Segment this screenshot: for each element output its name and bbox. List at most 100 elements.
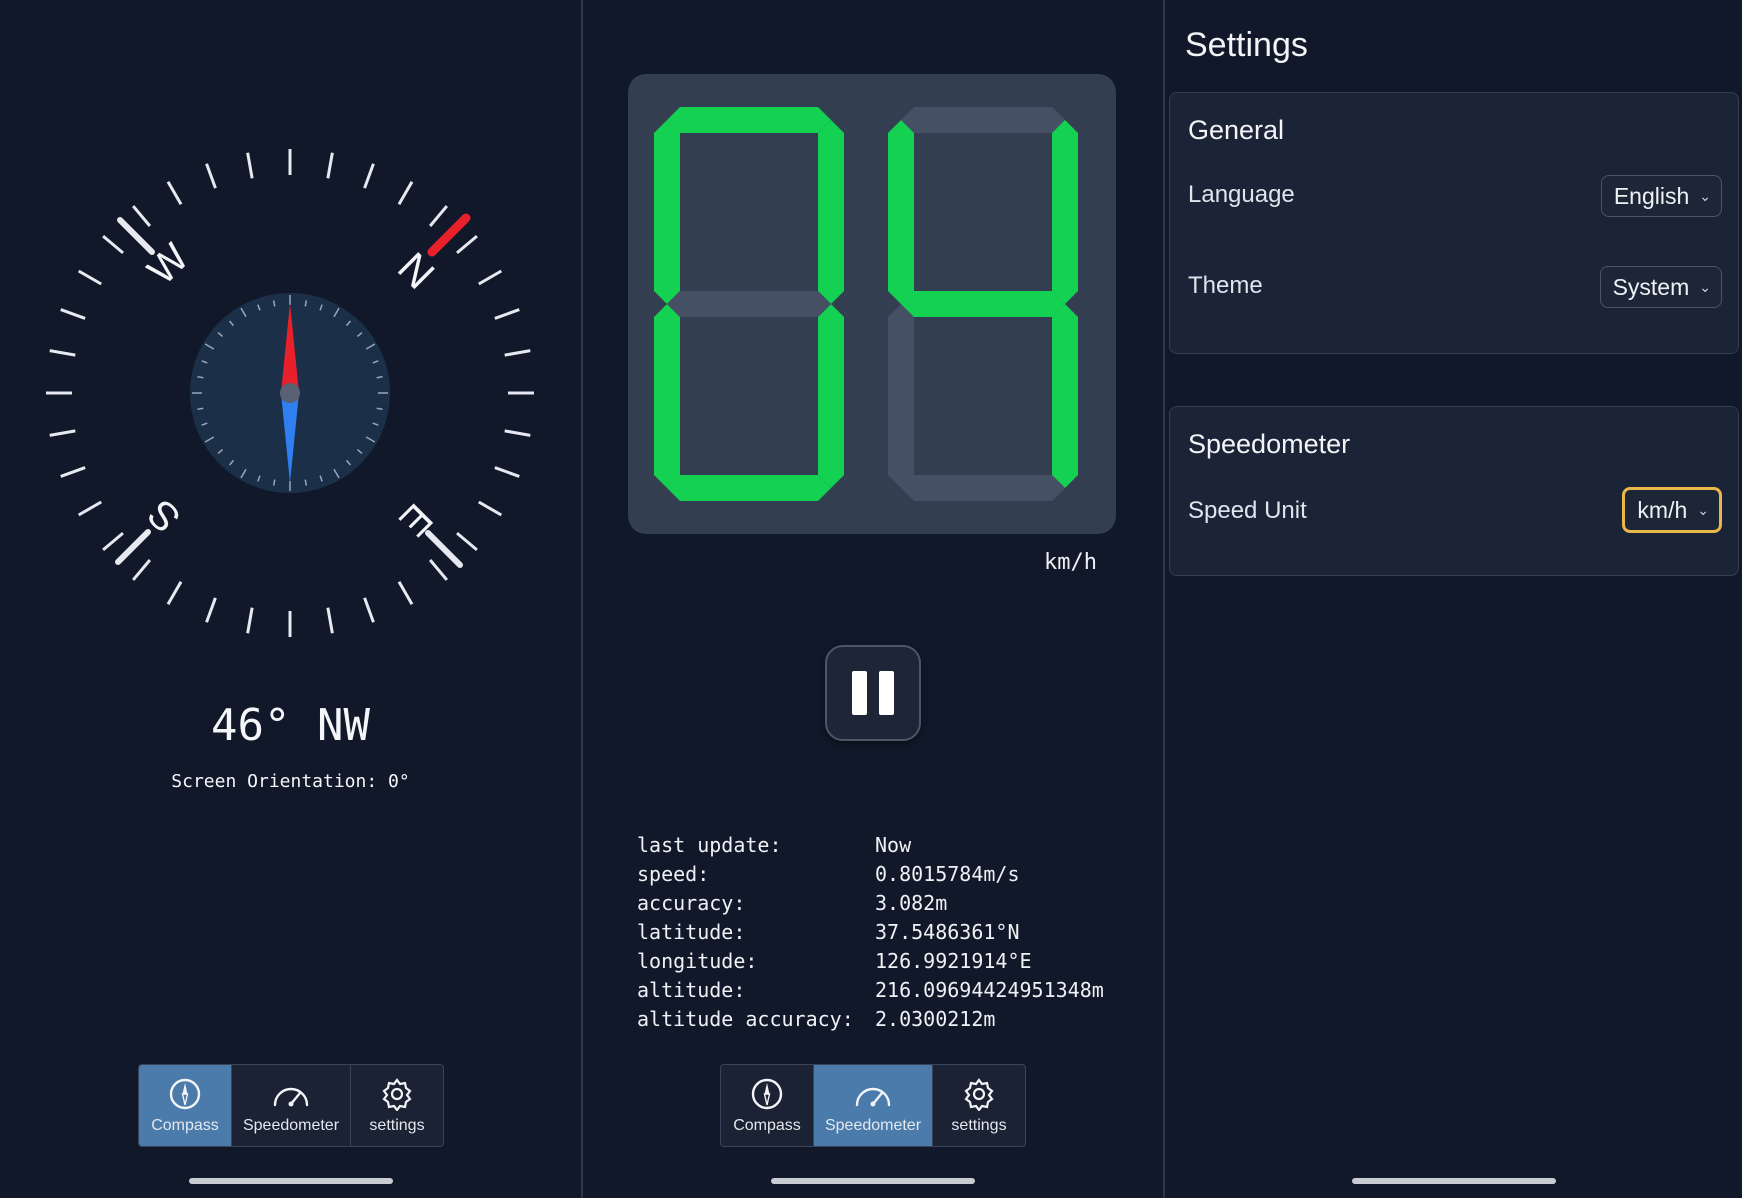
tab-compass[interactable]: Compass [721, 1065, 814, 1146]
dial-tick [132, 205, 152, 227]
segment-a [901, 107, 1065, 133]
inner-dial-tick [272, 479, 276, 486]
dial-tick [77, 500, 102, 517]
tab-settings[interactable]: settings [351, 1065, 443, 1146]
segment-d [901, 475, 1065, 501]
dial-tick [326, 152, 334, 179]
dial-tick [49, 349, 76, 357]
general-card: General Language English ⌄ Theme System … [1169, 92, 1739, 354]
speedometer-card: Speedometer Speed Unit km/h ⌄ [1169, 406, 1739, 576]
speed-unit-value: km/h [1637, 496, 1688, 523]
gps-info: last update: Now speed: 0.8015784m/s accur… [637, 830, 1104, 1033]
seven-segment-display: 0 4 [628, 74, 1116, 534]
dial-tick [456, 531, 478, 551]
heading-readout: 46° NW [211, 700, 370, 751]
segment-c [818, 304, 844, 488]
info-row-last-update: last update: Now [637, 832, 912, 857]
compass-dial: N W S E [46, 149, 534, 637]
gauge-icon [273, 1087, 309, 1106]
info-row-speed: speed: 0.8015784m/s [637, 861, 1020, 886]
dial-tick [60, 308, 86, 320]
dial-tick [205, 163, 217, 189]
tab-speedometer[interactable]: Speedometer [814, 1065, 933, 1146]
theme-select[interactable]: System ⌄ [1599, 266, 1722, 308]
tab-speedometer[interactable]: Speedometer [232, 1065, 351, 1146]
dial-tick [60, 466, 86, 478]
south-marker [115, 529, 151, 565]
compass-icon [751, 1078, 783, 1109]
segment-b [1052, 120, 1078, 304]
segment-g [901, 291, 1065, 317]
chevron-down-icon: ⌄ [1699, 278, 1711, 295]
chevron-down-icon: ⌄ [1699, 187, 1711, 204]
speed-unit-select[interactable]: km/h ⌄ [1622, 487, 1722, 533]
page-title: Settings [1185, 26, 1308, 64]
speedometer-settings-title: Speedometer [1188, 429, 1351, 459]
speed-value: 0.8015784m/s [875, 861, 1020, 886]
settings-screen: Settings General Language English ⌄ Them… [1165, 0, 1742, 1198]
dial-tick [494, 466, 520, 478]
dial-tick [397, 180, 414, 205]
tab-compass-label: Compass [733, 1116, 801, 1134]
dial-tick [363, 163, 375, 189]
east-marker [425, 530, 463, 568]
dial-tick [132, 559, 152, 581]
segment-e [654, 304, 680, 488]
segment-f [654, 120, 680, 304]
north-marker [427, 213, 471, 257]
altitude-accuracy-value: 2.0300212m [875, 1006, 996, 1031]
dial-tick [166, 581, 183, 606]
segment-f [888, 120, 914, 304]
tab-speedometer-label: Speedometer [824, 1116, 922, 1134]
inner-dial-tick [197, 407, 204, 411]
last-update-value: Now [875, 832, 912, 857]
info-row-altitude: altitude: 216.09694424951348m [637, 977, 1104, 1002]
orientation-value: 0° [388, 771, 410, 792]
digit-right [888, 107, 1078, 501]
dial-tick [363, 597, 375, 623]
dial-tick [205, 597, 217, 623]
latitude-value: 37.5486361°N [875, 919, 1020, 944]
tab-bar: Compass Speedometer settings [138, 1064, 444, 1147]
dial-tick [478, 500, 503, 517]
theme-label: Theme [1188, 272, 1263, 299]
inner-dial-tick [272, 300, 276, 307]
tab-speedometer-label: Speedometer [242, 1116, 340, 1134]
general-title: General [1188, 115, 1285, 145]
tab-settings[interactable]: settings [933, 1065, 1025, 1146]
dial-tick [504, 349, 531, 357]
pause-icon [852, 671, 894, 715]
language-select[interactable]: English ⌄ [1600, 175, 1722, 217]
tab-compass[interactable]: Compass [139, 1065, 232, 1146]
theme-value: System [1612, 273, 1690, 300]
info-row-altitude-accuracy: altitude accuracy: 2.0300212m [637, 1006, 996, 1031]
dial-tick [428, 205, 448, 227]
inner-dial-tick [197, 375, 204, 379]
orientation-label: Screen Orientation: [171, 771, 378, 792]
screen-orientation: Screen Orientation: 0° [0, 771, 581, 792]
dial-tick [494, 308, 520, 320]
home-indicator [188, 1178, 393, 1184]
info-row-longitude: longitude: 126.9921914°E [637, 948, 1032, 973]
info-row-accuracy: accuracy: 3.082m [637, 890, 948, 915]
dial-tick [456, 235, 478, 255]
language-value: English [1613, 182, 1690, 209]
accuracy-value: 3.082m [875, 890, 948, 915]
segment-e [888, 304, 914, 488]
info-row-latitude: latitude: 37.5486361°N [637, 919, 1020, 944]
inner-dial-tick [304, 300, 308, 307]
pause-button[interactable] [825, 645, 921, 741]
gauge-icon [855, 1087, 891, 1106]
needle-pivot [280, 383, 300, 403]
longitude-value: 126.9921914°E [875, 948, 1032, 973]
dial-tick [102, 531, 124, 551]
dial-tick [397, 581, 414, 606]
dial-tick [102, 235, 124, 255]
compass-screen: N W S E 46° NW Screen Orientation: 0° Co… [0, 0, 581, 1198]
dial-tick [504, 429, 531, 437]
dial-tick [246, 607, 254, 634]
dial-tick [77, 269, 102, 286]
language-label: Language [1188, 181, 1295, 208]
tab-settings-label: settings [951, 1116, 1007, 1134]
segment-c [1052, 304, 1078, 488]
